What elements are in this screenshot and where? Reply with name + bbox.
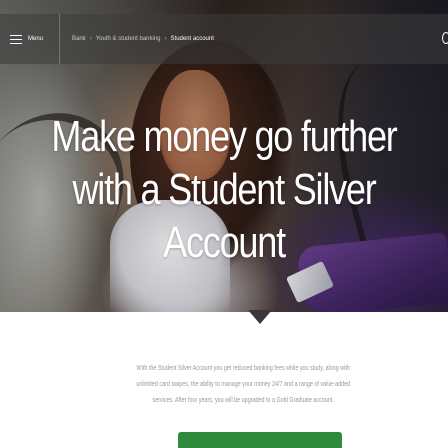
primary-cta-button[interactable] [178,432,342,448]
menu-label: Menu [28,36,44,42]
search-icon[interactable] [442,32,448,44]
breadcrumb-bank[interactable]: Bank [72,36,86,42]
intro-line-1: With the Student Silver Account you get … [136,363,350,372]
hero-headline-line-3: Account [163,218,286,267]
breadcrumb-student-account: Student account [170,36,214,42]
breadcrumb: Bank › Youth & student banking › Student… [60,36,214,42]
hero-headline-line-2: with a Student Silver [72,165,376,214]
top-navigation-bar: Menu Bank › Youth & student banking › St… [0,14,448,64]
breadcrumb-separator-icon: › [164,36,167,42]
breadcrumb-separator-icon: › [89,36,92,42]
hamburger-menu-icon [10,34,22,44]
intro-line-3: services. After four years, you will be … [152,395,334,404]
hero-headline: Make money go further with a Student Sil… [0,110,448,269]
breadcrumb-youth-student-banking[interactable]: Youth & student banking [96,36,161,42]
menu-button[interactable]: Menu [0,14,60,64]
intro-line-2: unlimited card swipes, the ability to ma… [136,379,351,388]
section-pointer [248,310,272,324]
intro-paragraph: With the Student Silver Account you get … [60,360,448,408]
hero-headline-line-1: Make money go further [51,112,397,161]
